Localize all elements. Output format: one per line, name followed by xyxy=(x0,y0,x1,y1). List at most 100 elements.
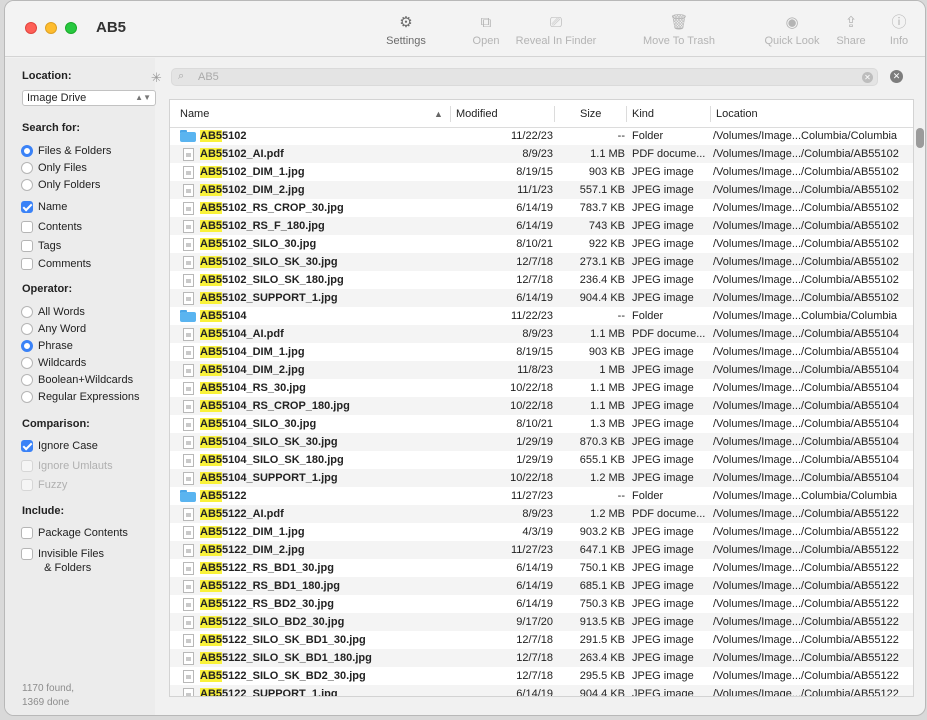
match-highlight: AB5 xyxy=(200,238,223,250)
table-row[interactable]: AB55122_SILO_SK_BD2_30.jpg 12/7/18 295.5 K… xyxy=(170,667,913,685)
radio-files-and-folders[interactable]: Files & Folders xyxy=(21,145,111,157)
column-divider[interactable] xyxy=(554,106,555,122)
settings-button[interactable]: ⚙ Settings xyxy=(382,13,430,47)
cell-name: AB55102_SILO_30.jpg xyxy=(180,235,450,253)
zoom-window-button[interactable] xyxy=(65,22,77,34)
column-header-name[interactable]: Name xyxy=(180,108,209,120)
checkbox-contents[interactable]: Contents xyxy=(21,221,82,233)
cell-size: 273.1 KB xyxy=(579,256,625,268)
radio-label: Any Word xyxy=(38,323,87,335)
table-row[interactable]: AB55102_SUPPORT_1.jpg 6/14/19 904.4 KB JPEG… xyxy=(170,289,913,307)
radio-regular-expressions[interactable]: Regular Expressions xyxy=(21,391,140,403)
table-row[interactable]: AB55104_RS_30.jpg 10/22/18 1.1 MB JPEG imag… xyxy=(170,379,913,397)
column-divider[interactable] xyxy=(626,106,627,122)
scrollbar-thumb[interactable] xyxy=(916,128,924,148)
clear-search-icon[interactable]: ✕ xyxy=(862,72,873,83)
open-button[interactable]: ⧉ Open xyxy=(468,13,504,47)
radio-phrase[interactable]: Phrase xyxy=(21,340,73,352)
table-row[interactable]: AB55104_DIM_2.jpg 11/8/23 1 MB JPEG image/V… xyxy=(170,361,913,379)
radio-selected-icon xyxy=(21,340,33,352)
checkbox-comments[interactable]: Comments xyxy=(21,258,91,270)
table-row[interactable]: AB55102_DIM_2.jpg 11/1/23 557.1 KB JPEG ima… xyxy=(170,181,913,199)
table-row[interactable]: AB55104_SILO_SK_180.jpg 1/29/19 655.1 KB JP… xyxy=(170,451,913,469)
column-divider[interactable] xyxy=(450,106,451,122)
share-icon: ⇪ xyxy=(844,14,858,31)
table-row[interactable]: AB55102_SILO_30.jpg 8/10/21 922 KB JPEG ima… xyxy=(170,235,913,253)
table-row[interactable]: AB55104_SUPPORT_1.jpg 10/22/18 1.2 MB JPEG … xyxy=(170,469,913,487)
file-icon xyxy=(183,543,194,557)
table-row[interactable]: AB55102_RS_CROP_30.jpg 6/14/19 783.7 KB JPE… xyxy=(170,199,913,217)
match-highlight: AB5 xyxy=(200,436,223,448)
file-name: AB55102_SILO_30.jpg xyxy=(200,238,317,250)
table-row[interactable]: AB55104_SILO_30.jpg 8/10/21 1.3 MB JPEG ima… xyxy=(170,415,913,433)
table-row[interactable]: AB55102 11/22/23 -- Folder/Volumes/Image...… xyxy=(170,127,913,145)
match-highlight: AB5 xyxy=(200,148,223,160)
column-header-kind[interactable]: Kind xyxy=(632,108,654,120)
checkbox-label: Ignore Umlauts xyxy=(38,460,113,472)
file-name: AB55102_RS_CROP_30.jpg xyxy=(200,202,344,214)
cell-kind: JPEG image xyxy=(632,454,694,466)
table-row[interactable]: AB55102_DIM_1.jpg 8/19/15 903 KB JPEG image… xyxy=(170,163,913,181)
file-name: AB55102_AI.pdf xyxy=(200,148,284,160)
match-highlight: AB5 xyxy=(200,544,223,556)
column-header-size[interactable]: Size xyxy=(580,108,601,120)
table-row[interactable]: AB55104_SILO_SK_30.jpg 1/29/19 870.3 KB JPE… xyxy=(170,433,913,451)
radio-any-word[interactable]: Any Word xyxy=(21,323,86,335)
checkbox-name[interactable]: Name xyxy=(21,201,67,213)
cell-kind: JPEG image xyxy=(632,526,694,538)
table-row[interactable]: AB55122_AI.pdf 8/9/23 1.2 MB PDF docume... /… xyxy=(170,505,913,523)
cell-location: /Volumes/Image.../Columbia/AB55122 xyxy=(713,544,899,556)
radio-only-files[interactable]: Only Files xyxy=(21,162,87,174)
checkbox-tags[interactable]: Tags xyxy=(21,240,61,252)
radio-wildcards[interactable]: Wildcards xyxy=(21,357,86,369)
cell-location: /Volumes/Image.../Columbia/AB55102 xyxy=(713,274,899,286)
quick-look-button[interactable]: ◉ Quick Look xyxy=(759,13,825,47)
radio-only-folders[interactable]: Only Folders xyxy=(21,179,100,191)
column-header-location[interactable]: Location xyxy=(716,108,758,120)
share-button[interactable]: ⇪ Share xyxy=(833,13,869,47)
table-row[interactable]: AB55102_SILO_SK_30.jpg 12/7/18 273.1 KB JPE… xyxy=(170,253,913,271)
cell-kind: PDF docume... xyxy=(632,148,706,160)
checkbox-package-contents[interactable]: Package Contents xyxy=(21,527,128,539)
file-name: AB55122_SILO_SK_BD2_30.jpg xyxy=(200,670,366,682)
table-row[interactable]: AB55104_AI.pdf 8/9/23 1.1 MB PDF docume... /… xyxy=(170,325,913,343)
table-row[interactable]: AB55104_RS_CROP_180.jpg 10/22/18 1.1 MB JPE… xyxy=(170,397,913,415)
close-window-button[interactable] xyxy=(25,22,37,34)
move-to-trash-button[interactable]: 🗑 Move To Trash xyxy=(639,13,719,47)
stop-search-button[interactable]: ✕ xyxy=(890,70,903,83)
table-row[interactable]: AB55104_DIM_1.jpg 8/19/15 903 KB JPEG image… xyxy=(170,343,913,361)
location-select[interactable]: Image Drive ▲▼ xyxy=(22,90,156,106)
checkbox-ignore-case[interactable]: Ignore Case xyxy=(21,440,98,452)
table-row[interactable]: AB55102_SILO_SK_180.jpg 12/7/18 236.4 KB JP… xyxy=(170,271,913,289)
checkbox-label: Fuzzy xyxy=(38,479,68,491)
table-row[interactable]: AB55122_SILO_SK_BD1_180.jpg 12/7/18 263.4 … xyxy=(170,649,913,667)
file-name: AB55104_RS_CROP_180.jpg xyxy=(200,400,350,412)
table-row[interactable]: AB55122_RS_BD1_180.jpg 6/14/19 685.1 KB JPE… xyxy=(170,577,913,595)
reveal-in-finder-button[interactable]: ⎚ Reveal In Finder xyxy=(511,13,601,47)
table-row[interactable]: AB55102_AI.pdf 8/9/23 1.1 MB PDF docume... /… xyxy=(170,145,913,163)
column-divider[interactable] xyxy=(710,106,711,122)
match-highlight: AB5 xyxy=(200,364,223,376)
table-row[interactable]: AB55122_RS_BD1_30.jpg 6/14/19 750.1 KB JPEG… xyxy=(170,559,913,577)
radio-boolean-wildcards[interactable]: Boolean+Wildcards xyxy=(21,374,133,386)
table-row[interactable]: AB55122_DIM_1.jpg 4/3/19 903.2 KB JPEG imag… xyxy=(170,523,913,541)
search-field[interactable]: ⌕ AB5 ✕ xyxy=(171,68,878,86)
table-row[interactable]: AB55122_RS_BD2_30.jpg 6/14/19 750.3 KB JPEG… xyxy=(170,595,913,613)
info-button[interactable]: ⓘ Info xyxy=(883,13,915,47)
cell-kind: JPEG image xyxy=(632,184,694,196)
cell-location: /Volumes/Image.../Columbia/AB55104 xyxy=(713,346,899,358)
cell-location: /Volumes/Image.../Columbia/AB55102 xyxy=(713,292,899,304)
checkbox-invisible-files[interactable]: Invisible Files & Folders xyxy=(21,547,104,575)
file-name: AB55104_RS_30.jpg xyxy=(200,382,306,394)
table-row[interactable]: AB55122_DIM_2.jpg 11/27/23 647.1 KB JPEG im… xyxy=(170,541,913,559)
column-header-modified[interactable]: Modified xyxy=(456,108,498,120)
table-row[interactable]: AB55122_SILO_SK_BD1_30.jpg 12/7/18 291.5 K… xyxy=(170,631,913,649)
radio-all-words[interactable]: All Words xyxy=(21,306,85,318)
table-row[interactable]: AB55122_SUPPORT_1.jpg 6/14/19 904.4 KB JPEG… xyxy=(170,685,913,696)
radio-label: All Words xyxy=(38,306,85,318)
table-row[interactable]: AB55122_SILO_BD2_30.jpg 9/17/20 913.5 KB JP… xyxy=(170,613,913,631)
table-row[interactable]: AB55104 11/22/23 -- Folder/Volumes/Image...… xyxy=(170,307,913,325)
table-row[interactable]: AB55122 11/27/23 -- Folder/Volumes/Image...… xyxy=(170,487,913,505)
minimize-window-button[interactable] xyxy=(45,22,57,34)
table-row[interactable]: AB55102_RS_F_180.jpg 6/14/19 743 KB JPEG im… xyxy=(170,217,913,235)
